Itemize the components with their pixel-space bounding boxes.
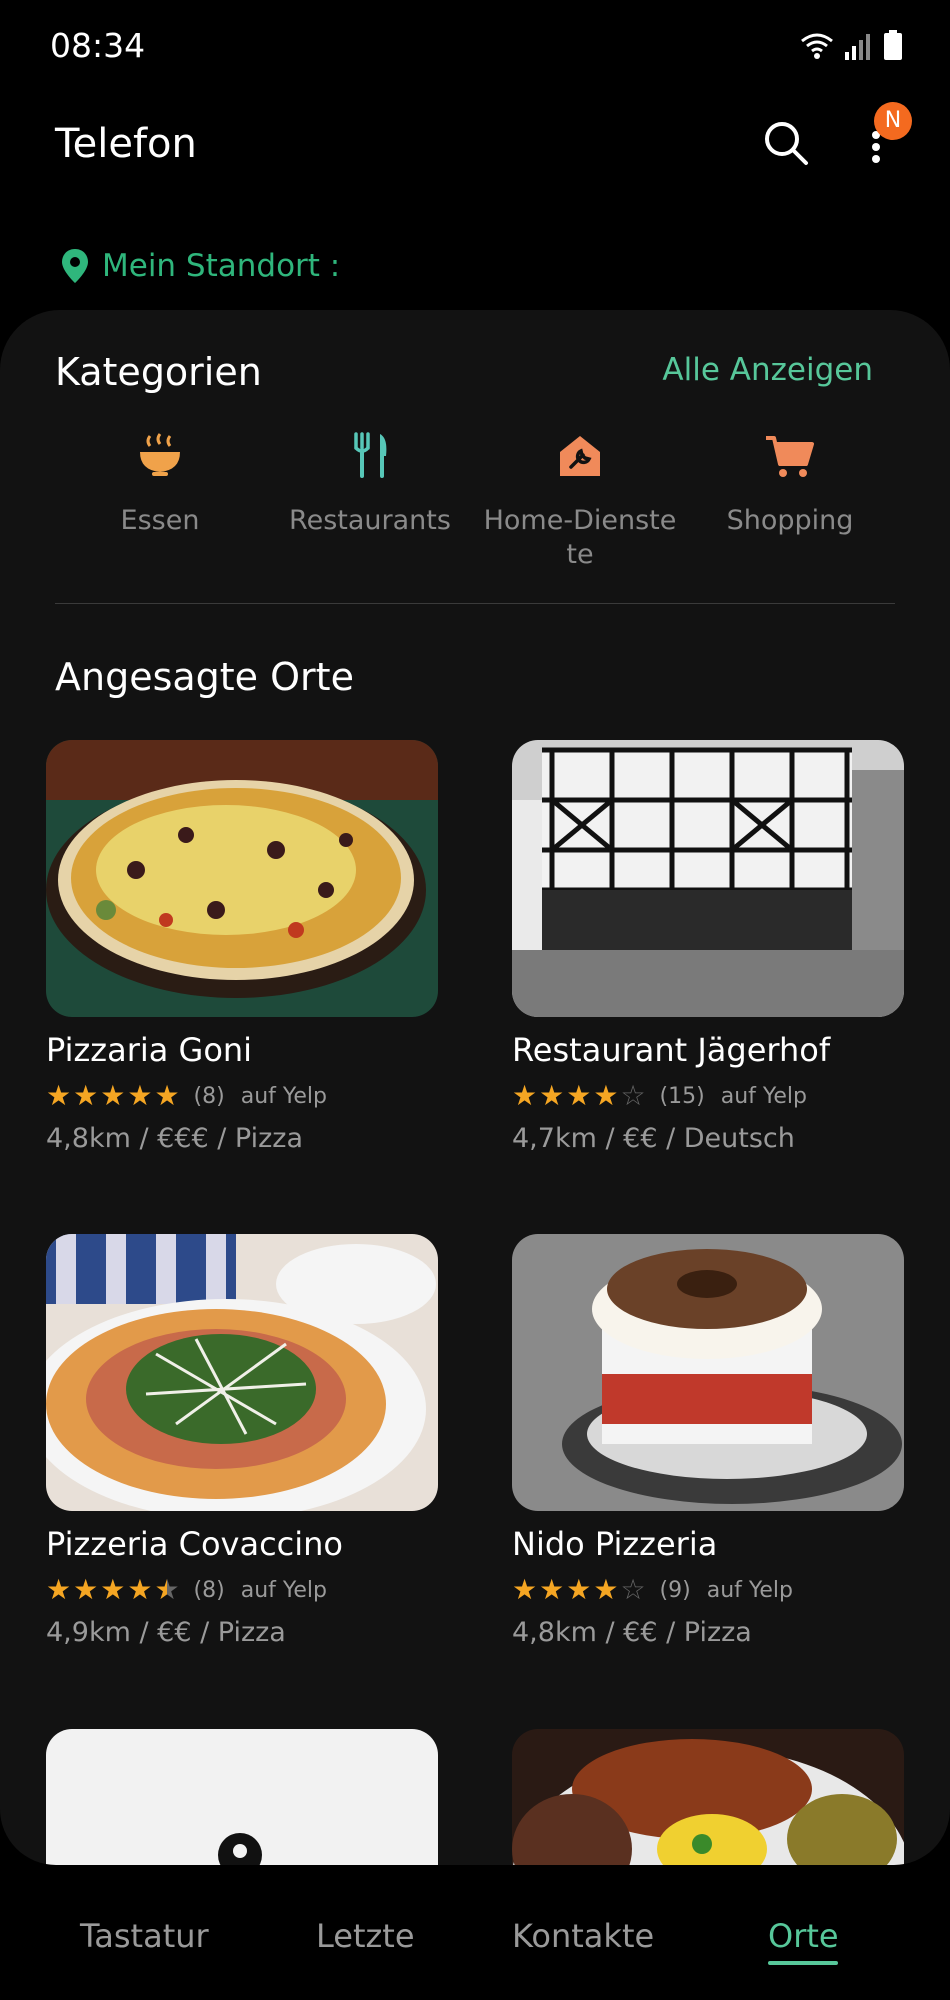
star-icon: ★ (593, 1573, 619, 1606)
star-icon: ★ (566, 1573, 592, 1606)
category-essen[interactable]: Essen (55, 430, 265, 538)
bowl-icon (140, 433, 180, 476)
star-outline-icon: ☆ (620, 1573, 646, 1606)
page-title: Telefon (55, 121, 197, 167)
status-bar: 08:34 (0, 0, 950, 95)
status-time: 08:34 (50, 26, 146, 65)
place-photo (512, 740, 904, 1017)
wifi-icon (801, 33, 833, 59)
review-count: (15) (659, 1083, 705, 1109)
star-icon: ★ (539, 1079, 565, 1112)
review-count: (9) (659, 1577, 691, 1603)
place-photo (512, 1234, 904, 1511)
star-icon: ★ (73, 1079, 99, 1112)
place-meta: 4,7km / €€ / Deutsch (512, 1123, 795, 1154)
star-icon: ★ (512, 1573, 538, 1606)
category-home-dienste[interactable]: Home-Dienste te (475, 430, 685, 572)
category-label: Essen (120, 505, 200, 536)
rating-source: auf Yelp (240, 1577, 328, 1603)
place-card-food-platter[interactable] (512, 1729, 904, 1865)
place-name: Nido Pizzeria (512, 1525, 718, 1563)
search-icon[interactable] (758, 115, 814, 171)
star-outline-icon: ☆ (620, 1079, 646, 1112)
place-meta: 4,9km / €€ / Pizza (46, 1617, 286, 1648)
rating-row: ★ ★ ★ ★ ★ (8) auf Yelp (46, 1575, 438, 1605)
star-icon: ★ (593, 1079, 619, 1112)
place-meta: 4,8km / €€ / Pizza (512, 1617, 752, 1648)
star-icon: ★ (46, 1573, 72, 1606)
place-photo (512, 1729, 904, 1865)
star-icon: ★ (46, 1079, 72, 1112)
star-icon: ★ (73, 1573, 99, 1606)
categories-title: Kategorien (55, 350, 262, 394)
tab-orte[interactable]: Orte (768, 1917, 839, 1955)
bottom-nav: Tastatur Letzte Kontakte Orte (0, 1865, 950, 2000)
category-restaurants[interactable]: Restaurants (265, 430, 475, 538)
star-icon: ★ (566, 1079, 592, 1112)
location-row[interactable]: Mein Standort : (62, 248, 340, 284)
place-name: Restaurant Jägerhof (512, 1031, 831, 1069)
place-card-pizzaria-goni[interactable]: Pizzaria Goni ★ ★ ★ ★ ★ (8) auf Yelp 4,8km /… (46, 740, 438, 1154)
shopping-cart-icon (766, 436, 814, 477)
star-rating: ★ ★ ★ ★ ★ (46, 1576, 180, 1604)
review-count: (8) (193, 1577, 225, 1603)
star-icon: ★ (512, 1079, 538, 1112)
app-bar: Telefon (0, 95, 950, 205)
rating-row: ★ ★ ★ ★ ☆ (9) auf Yelp (512, 1575, 904, 1605)
tab-letzte[interactable]: Letzte (316, 1917, 415, 1955)
notification-badge: N (874, 102, 912, 140)
place-card-restaurant-jaegerhof[interactable]: Restaurant Jägerhof ★ ★ ★ ★ ☆ (15) auf Yelp … (512, 740, 904, 1154)
trending-title: Angesagte Orte (55, 655, 354, 699)
active-tab-indicator (768, 1961, 838, 1965)
place-photo (46, 1234, 438, 1511)
place-name: Pizzeria Covaccino (46, 1525, 343, 1563)
category-label: Shopping (726, 505, 854, 536)
category-shopping[interactable]: Shopping (685, 430, 895, 538)
signal-icon (845, 34, 870, 60)
star-rating: ★ ★ ★ ★ ★ (46, 1082, 180, 1110)
location-pin-icon (62, 249, 88, 283)
star-icon: ★ (154, 1079, 180, 1112)
divider (55, 603, 895, 604)
rating-row: ★ ★ ★ ★ ☆ (15) auf Yelp (512, 1081, 904, 1111)
category-label: Restaurants (289, 505, 451, 536)
place-name: Pizzaria Goni (46, 1031, 253, 1069)
place-card-pizzeria-covaccino[interactable]: Pizzeria Covaccino ★ ★ ★ ★ ★ (8) auf Yelp 4,… (46, 1234, 438, 1648)
review-count: (8) (193, 1083, 225, 1109)
tab-kontakte[interactable]: Kontakte (512, 1917, 654, 1955)
star-rating: ★ ★ ★ ★ ☆ (512, 1082, 646, 1110)
place-card-placeholder[interactable] (46, 1729, 438, 1865)
place-card-nido-pizzeria[interactable]: Nido Pizzeria ★ ★ ★ ★ ☆ (9) auf Yelp 4,8km /… (512, 1234, 904, 1648)
category-label: Home-Dienste te (483, 505, 677, 570)
location-label: Mein Standort : (102, 248, 341, 284)
place-photo (46, 740, 438, 1017)
star-half-icon: ★ (154, 1573, 180, 1606)
fork-knife-icon (354, 432, 387, 478)
tab-tastatur[interactable]: Tastatur (80, 1917, 209, 1955)
rating-source: auf Yelp (706, 1577, 794, 1603)
place-photo-placeholder (46, 1729, 438, 1865)
place-meta: 4,8km / €€€ / Pizza (46, 1123, 304, 1154)
star-icon: ★ (539, 1573, 565, 1606)
rating-source: auf Yelp (720, 1083, 808, 1109)
star-icon: ★ (100, 1079, 126, 1112)
star-rating: ★ ★ ★ ★ ☆ (512, 1576, 646, 1604)
category-list: Essen Restaurants Home-Dienste te Shoppi… (55, 430, 895, 590)
star-icon: ★ (127, 1079, 153, 1112)
star-icon: ★ (100, 1573, 126, 1606)
show-all-link[interactable]: Alle Anzeigen (662, 352, 873, 388)
rating-row: ★ ★ ★ ★ ★ (8) auf Yelp (46, 1081, 438, 1111)
rating-source: auf Yelp (240, 1083, 328, 1109)
star-icon: ★ (127, 1573, 153, 1606)
content-sheet: Kategorien Alle Anzeigen Essen Restauran… (0, 310, 950, 1865)
home-service-icon (560, 436, 600, 476)
battery-icon (884, 30, 902, 60)
